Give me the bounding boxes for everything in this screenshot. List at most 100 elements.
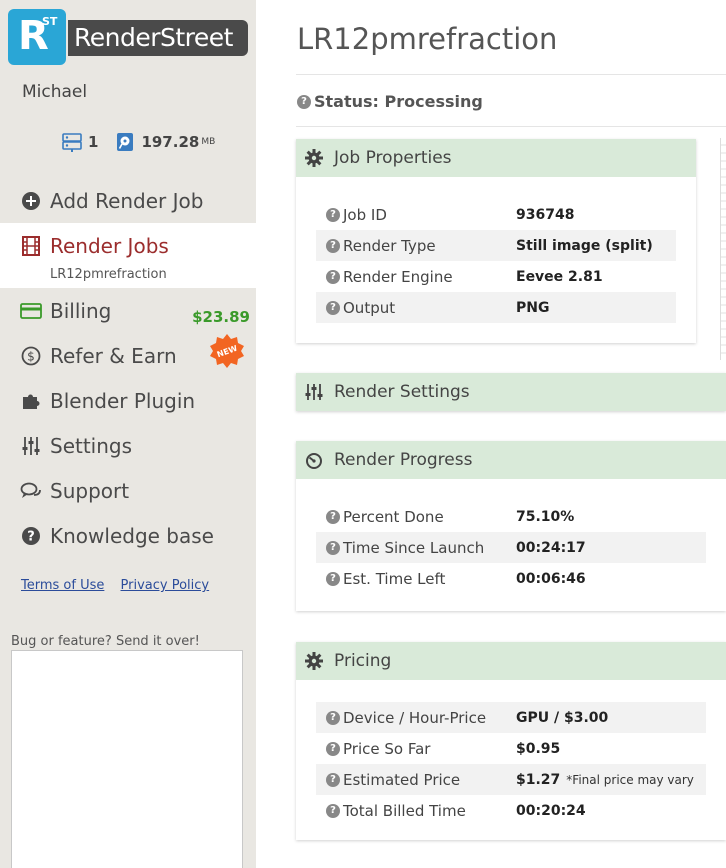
panel-title: Job Properties (334, 148, 452, 168)
sidebar-item-label: Render Jobs (50, 233, 169, 258)
row-value: Still image (split) (516, 237, 653, 254)
logo-super: ST (42, 15, 58, 28)
row-value: Eevee 2.81 (516, 268, 603, 285)
help-icon[interactable]: ? (326, 238, 340, 253)
help-icon[interactable]: ? (326, 300, 340, 315)
sidebar-item-label: Support (50, 478, 130, 503)
server-icon (62, 132, 82, 152)
row-value: 00:06:46 (516, 570, 586, 587)
row-value: GPU / $3.00 (516, 709, 609, 726)
help-icon[interactable]: ? (326, 710, 340, 725)
panel-title: Render Progress (334, 450, 473, 470)
sidebar-item-label: Blender Plugin (50, 388, 196, 413)
feedback-label: Bug or feature? Send it over! (11, 634, 200, 649)
row-value: PNG (516, 299, 550, 316)
help-icon[interactable]: ? (326, 540, 340, 555)
table-row: ? Estimated Price $1.27 *Final price may … (316, 764, 706, 795)
account-stats: 1 197.28 MB (62, 132, 215, 152)
storage-unit: MB (201, 137, 216, 147)
row-label: Output (343, 298, 396, 317)
question-circle-icon: ? (20, 525, 42, 547)
logo-mark: R ST (8, 9, 66, 65)
sliders-icon (20, 435, 42, 457)
table-row: ? Output PNG (316, 292, 676, 323)
render-progress-panel: Render Progress ? Percent Done 75.10% ? Ti… (296, 441, 726, 611)
panel-title: Render Settings (334, 382, 470, 402)
job-status: ? Status: Processing (297, 92, 483, 111)
billing-balance: $23.89 (192, 308, 250, 326)
status-text: Status: Processing (314, 92, 483, 111)
row-value: $1.27 (516, 771, 561, 788)
row-label: Price So Far (343, 739, 431, 758)
table-row: ? Device / Hour-Price GPU / $3.00 (316, 702, 706, 733)
table-row: ? Est. Time Left 00:06:46 (316, 563, 706, 594)
footer-links: Terms of Use Privacy Policy (21, 578, 221, 593)
sidebar-item-label: Refer & Earn (50, 343, 177, 368)
help-icon[interactable]: ? (326, 207, 340, 222)
table-row: ? Total Billed Time 00:20:24 (316, 795, 706, 826)
sidebar-item-add-render-job[interactable]: Add Render Job (0, 178, 256, 223)
pricing-panel: Pricing ? Device / Hour-Price GPU / $3.00… (296, 642, 726, 840)
help-icon[interactable]: ? (326, 269, 340, 284)
help-icon[interactable]: ? (326, 509, 340, 524)
gear-icon (304, 148, 324, 168)
help-icon[interactable]: ? (326, 772, 340, 787)
panel-header: Pricing (296, 642, 726, 680)
row-label: Est. Time Left (343, 569, 446, 588)
main-content: LR12pmrefraction ? Status: Processing Jo… (256, 0, 726, 868)
svg-text:$: $ (27, 349, 35, 363)
sidebar-item-label: Billing (50, 298, 112, 323)
gear-icon (304, 651, 324, 671)
help-icon[interactable]: ? (326, 803, 340, 818)
dollar-circle-icon: $ (20, 345, 42, 367)
progress-dial-icon (304, 450, 324, 470)
row-label: Percent Done (343, 507, 444, 526)
sidebar-item-support[interactable]: Support (0, 468, 256, 513)
table-row: ? Price So Far $0.95 (316, 733, 706, 764)
sidebar-item-billing[interactable]: Billing $23.89 (0, 288, 256, 333)
table-row: ? Render Type Still image (split) (316, 230, 676, 261)
row-value: 936748 (516, 206, 575, 223)
divider (296, 126, 726, 127)
disk-icon (116, 132, 134, 152)
sidebar-item-settings[interactable]: Settings (0, 423, 256, 468)
sidebar-item-blender-plugin[interactable]: Blender Plugin (0, 378, 256, 423)
row-label: Render Type (343, 236, 436, 255)
page-title: LR12pmrefraction (297, 22, 558, 56)
progress-list: ? Percent Done 75.10% ? Time Since Launch … (296, 479, 726, 594)
film-icon (20, 235, 42, 257)
svg-text:?: ? (27, 529, 35, 544)
sidebar-item-knowledge-base[interactable]: ? Knowledge base (0, 513, 256, 558)
sliders-icon (304, 382, 324, 402)
chat-bubbles-icon (20, 480, 42, 502)
terms-of-use-link[interactable]: Terms of Use (21, 578, 104, 593)
username: Michael (22, 82, 88, 102)
feedback-textarea[interactable] (11, 650, 243, 868)
help-icon[interactable]: ? (326, 741, 340, 756)
property-list: ? Job ID 936748 ? Render Type Still image … (296, 177, 696, 323)
sidebar-item-refer-earn[interactable]: $ Refer & Earn NEW (0, 333, 256, 378)
price-note: *Final price may vary (566, 772, 694, 787)
help-icon[interactable]: ? (326, 571, 340, 586)
table-row: ? Time Since Launch 00:24:17 (316, 532, 706, 563)
row-value: 00:24:17 (516, 539, 586, 556)
row-value: $0.95 (516, 740, 561, 757)
panel-header: Job Properties (296, 139, 696, 177)
sidebar-item-label: Add Render Job (50, 188, 204, 213)
job-properties-panel: Job Properties ? Job ID 936748 ? Render Ty… (296, 139, 696, 343)
sidebar: R ST RenderStreet Michael 1 197.28 MB Ad… (0, 0, 256, 868)
privacy-policy-link[interactable]: Privacy Policy (121, 578, 210, 593)
row-label: Job ID (343, 205, 387, 224)
row-label: Estimated Price (343, 770, 461, 789)
sidebar-item-render-jobs[interactable]: Render Jobs (0, 223, 256, 268)
panel-header[interactable]: Render Settings (296, 373, 726, 411)
brand-logo[interactable]: R ST RenderStreet (8, 9, 248, 65)
help-icon[interactable]: ? (297, 94, 311, 109)
row-label: Render Engine (343, 267, 453, 286)
pricing-list: ? Device / Hour-Price GPU / $3.00 ? Price … (296, 680, 726, 826)
plus-circle-icon (20, 190, 42, 212)
sidebar-item-label: Settings (50, 433, 133, 458)
sidebar-subitem-current-job[interactable]: LR12pmrefraction (0, 268, 256, 288)
render-settings-panel[interactable]: Render Settings (296, 373, 726, 411)
row-label: Device / Hour-Price (343, 708, 487, 727)
